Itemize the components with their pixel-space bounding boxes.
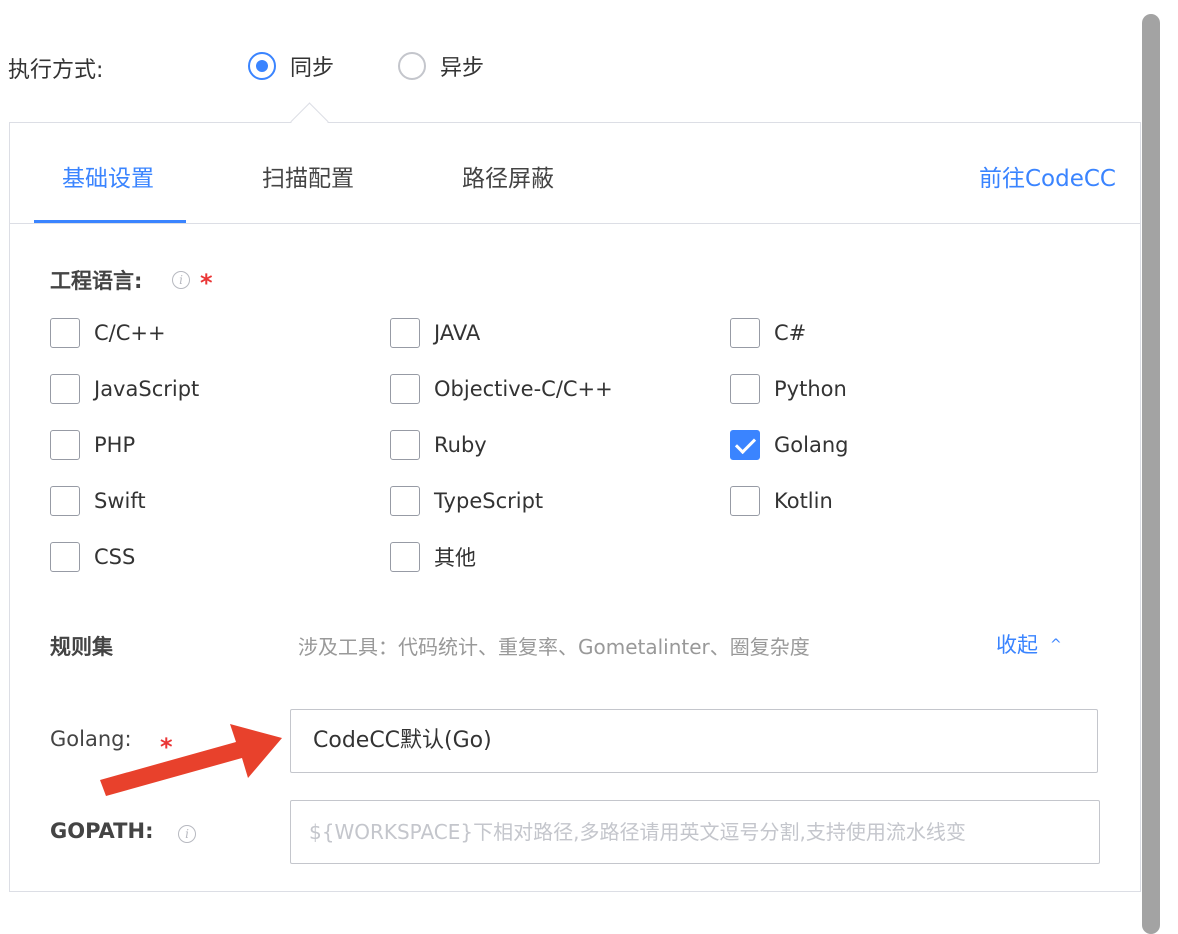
active-tab-indicator [34,220,186,223]
checkbox-label: Ruby [434,433,487,457]
checkbox-label: C/C++ [94,321,166,345]
radio-label: 异步 [440,56,485,81]
codecc-settings-panel: 基础设置 扫描配置 路径屏蔽 前往CodeCC 工程语言: i * C/C++ … [9,122,1141,892]
checkbox-label: CSS [94,545,136,569]
checkbox-python[interactable]: Python [730,373,847,405]
checkbox-label: JavaScript [94,377,200,401]
checkbox-ruby[interactable]: Ruby [390,429,487,461]
checkbox-box[interactable] [50,542,80,572]
checkbox-box[interactable] [50,430,80,460]
checkbox-box[interactable] [390,430,420,460]
checkbox-label: Golang [774,433,849,457]
checkbox-box[interactable] [730,430,760,460]
radio-circle[interactable] [398,52,426,80]
tab-basic-settings[interactable]: 基础设置 [62,159,154,193]
scrollbar[interactable] [1142,14,1160,934]
checkbox-golang[interactable]: Golang [730,429,848,461]
checkbox-box[interactable] [730,318,760,348]
required-mark: * [160,733,173,761]
checkbox-box[interactable] [50,486,80,516]
radio-circle[interactable] [248,52,276,80]
checkbox-label: 其他 [434,546,476,570]
checkbox-box[interactable] [390,374,420,404]
checkbox-box[interactable] [50,374,80,404]
radio-async[interactable]: 异步 [398,50,484,82]
checkbox-typescript[interactable]: TypeScript [390,485,543,517]
required-mark: * [200,269,213,297]
checkbox-box[interactable] [390,318,420,348]
radio-label: 同步 [290,56,335,81]
checkbox-other[interactable]: 其他 [390,541,476,573]
goto-codecc-link[interactable]: 前往CodeCC [979,159,1116,193]
golang-field-label: Golang: [50,727,132,751]
checkbox-label: TypeScript [434,489,544,513]
rule-tools-description: 涉及工具：代码统计、重复率、Gometalinter、圈复杂度 [298,635,810,659]
checkbox-label: Python [774,377,847,401]
info-icon[interactable]: i [172,271,190,289]
chevron-up-icon: ^ [1050,637,1062,653]
checkbox-box[interactable] [730,374,760,404]
tab-path-mask[interactable]: 路径屏蔽 [462,159,554,193]
collapse-button[interactable]: 收起 ^ [996,629,1062,659]
checkbox-java[interactable]: JAVA [390,317,480,349]
tab-scan-config[interactable]: 扫描配置 [262,159,354,193]
checkbox-label: Kotlin [774,489,833,513]
checkbox-label: Swift [94,489,146,513]
checkbox-label: Objective-C/C++ [434,377,613,401]
checkbox-css[interactable]: CSS [50,541,135,573]
info-icon[interactable]: i [178,825,196,843]
checkbox-label: C# [774,321,807,345]
golang-ruleset-select[interactable]: CodeCC默认(Go) [290,709,1098,773]
radio-sync[interactable]: 同步 [248,50,334,82]
checkbox-php[interactable]: PHP [50,429,135,461]
checkbox-label: PHP [94,433,136,457]
checkbox-box[interactable] [390,486,420,516]
scrollbar-thumb[interactable] [1142,14,1160,934]
gopath-input[interactable] [290,800,1100,864]
checkbox-c-cpp[interactable]: C/C++ [50,317,166,349]
checkbox-csharp[interactable]: C# [730,317,806,349]
checkbox-box[interactable] [730,486,760,516]
exec-mode-row: 执行方式: 同步 异步 [0,40,1120,94]
project-language-label: 工程语言: [50,269,143,293]
checkbox-label: JAVA [434,321,481,345]
exec-mode-label: 执行方式: [8,58,104,83]
checkbox-javascript[interactable]: JavaScript [50,373,199,405]
collapse-label: 收起 [996,633,1038,657]
rule-set-label: 规则集 [50,635,113,659]
checkbox-box[interactable] [390,542,420,572]
checkbox-kotlin[interactable]: Kotlin [730,485,833,517]
gopath-field-label: GOPATH: [50,819,154,843]
tab-bar: 基础设置 扫描配置 路径屏蔽 前往CodeCC [10,123,1140,224]
checkbox-box[interactable] [50,318,80,348]
checkbox-objective-c[interactable]: Objective-C/C++ [390,373,613,405]
checkbox-swift[interactable]: Swift [50,485,146,517]
